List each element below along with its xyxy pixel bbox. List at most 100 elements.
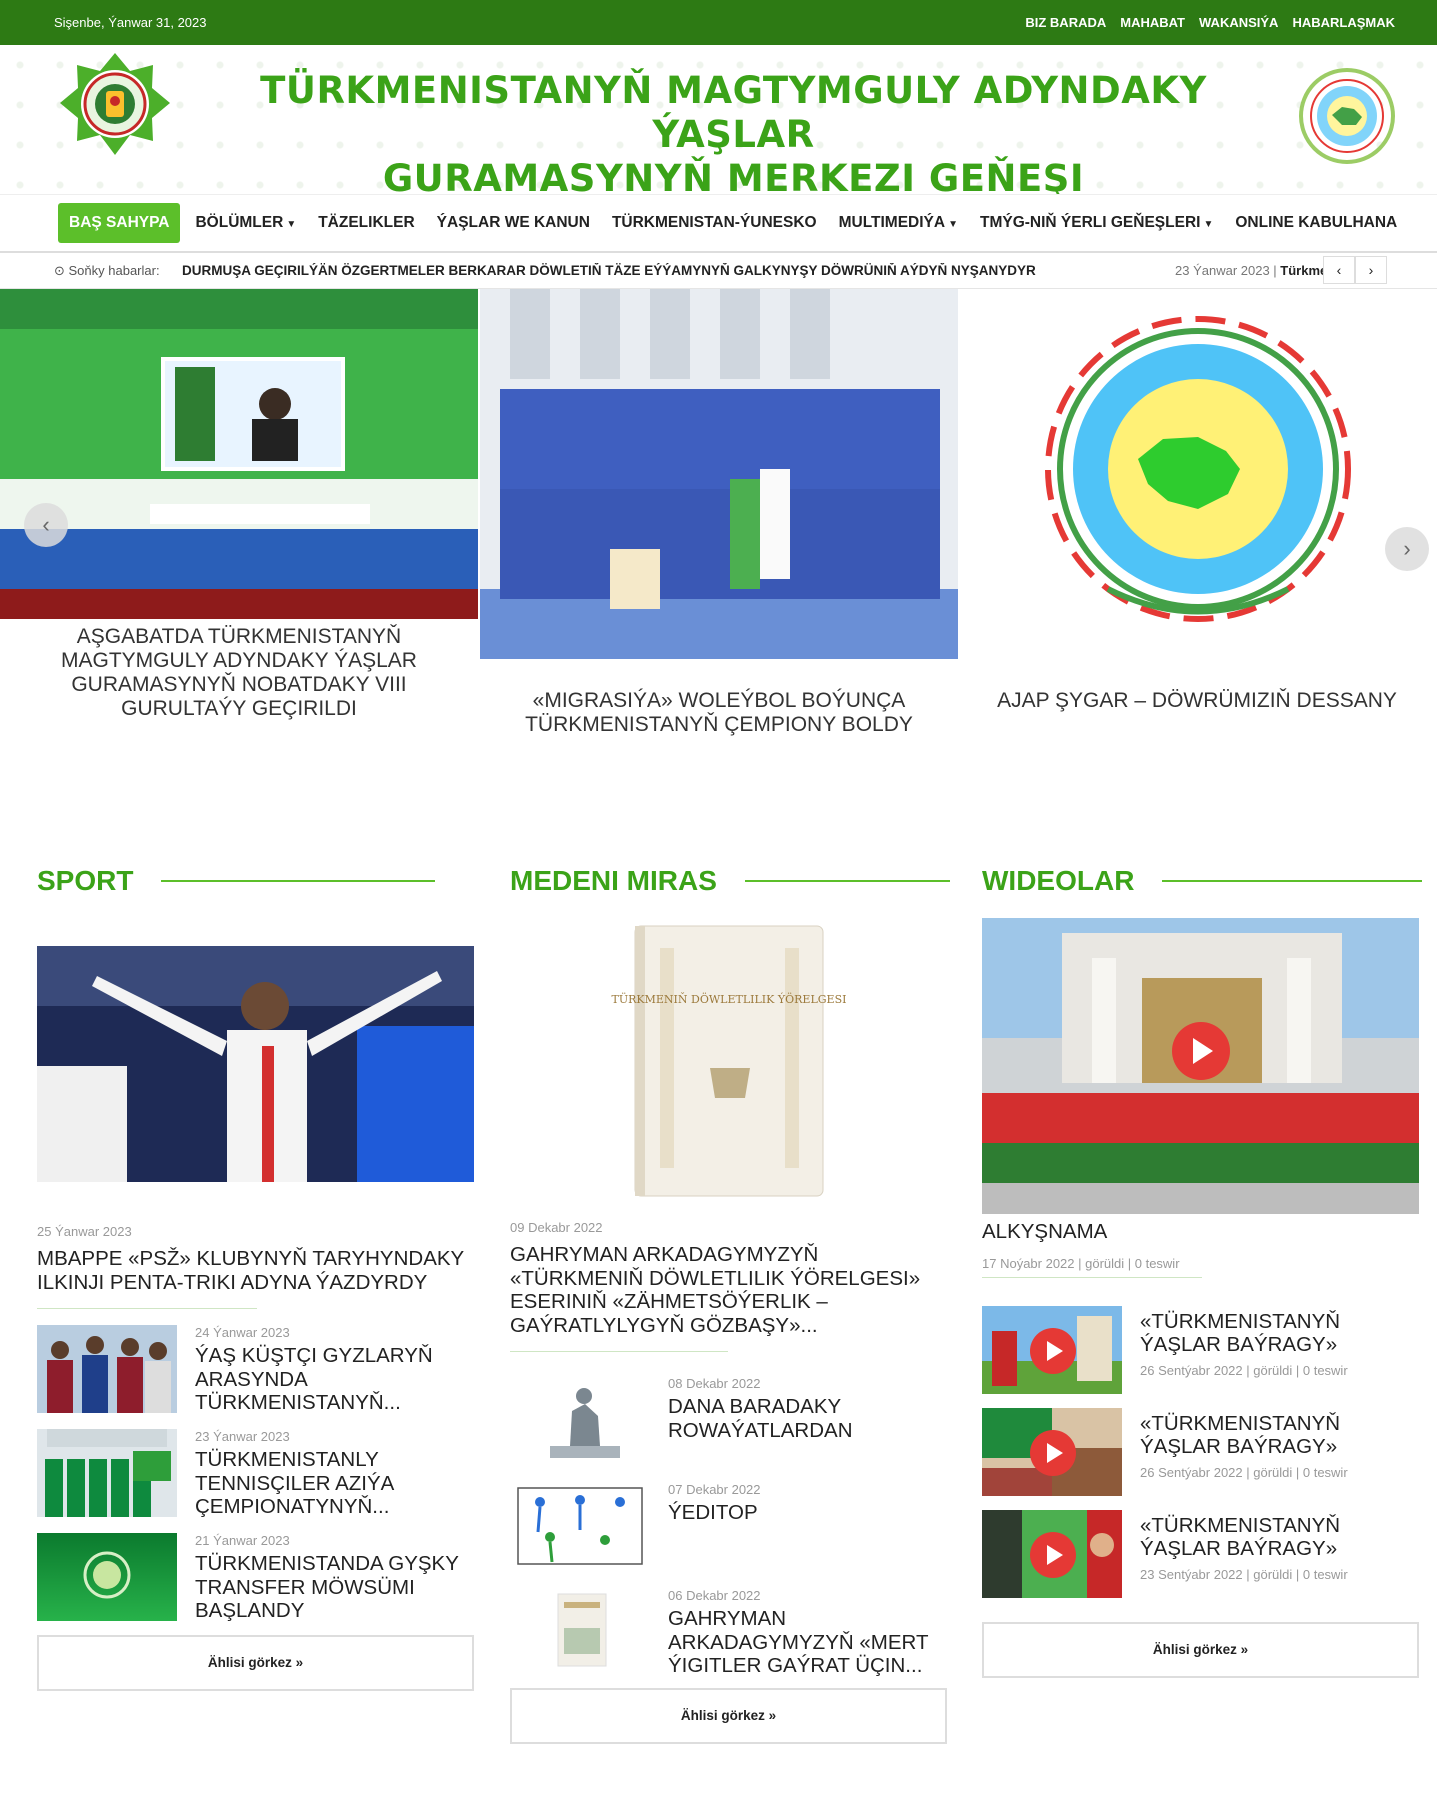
slider-next-arrow[interactable]: › [1385,527,1429,571]
ticker-arrows: ‹ › [1323,256,1387,284]
sport-thumb-transfer [37,1533,177,1621]
nav-youth-law[interactable]: ÝAŞLAR WE KANUN [426,203,601,243]
slide-image-year-emblem [958,289,1436,659]
video-item-meta: 23 Sentýabr 2022 | görüldi | 0 teswir [1140,1566,1348,1582]
site-title-line1: TÜRKMENISTANYŇ MAGTYMGULY ADYNDAKY ÝAŞLA… [260,69,1207,156]
slide-congress[interactable]: AŞGABATDA TÜRKMENISTANYŇ MAGTYMGULY ADYN… [0,289,478,721]
sport-featured-title[interactable]: MBAPPE «PSŽ» KLUBYNYŇ TARYHYNDAKY ILKINJ… [37,1247,477,1294]
heritage-heading: MEDENI MIRAS [510,865,950,897]
divider [37,1308,257,1309]
heritage-featured-title[interactable]: GAHRYMAN ARKADAGYMYZYŇ «TÜRKMENIŇ DÖWLET… [510,1243,950,1337]
video-featured-thumbnail[interactable] [982,918,1419,1214]
heritage-show-all-button[interactable]: Ählisi görkez » [510,1688,947,1744]
chevron-right-icon: › [1403,536,1411,561]
heritage-item-date: 07 Dekabr 2022 [668,1482,761,1497]
ticker-label-text: Soňky habarlar: [68,262,160,278]
sport-featured-image[interactable] [37,946,474,1182]
heritage-item-title[interactable]: DANA BARADAKY ROWAÝATLARDAN [668,1395,950,1442]
chevron-left-icon[interactable]: ‹ [1323,256,1355,284]
video-list-item[interactable]: «TÜRKMENISTANYŇ ÝAŞLAR BAÝRAGY» 26 Sentý… [982,1305,1422,1398]
sport-section: SPORT 25 Ýanwar 2023 MBAPPE «PSŽ» KLUBYN… [37,865,477,1691]
nav-sections[interactable]: BÖLÜMLER ▼ [184,203,307,243]
video-item-title[interactable]: «TÜRKMENISTANYŇ ÝAŞLAR BAÝRAGY» [1140,1412,1422,1459]
heritage-thumb-game [510,1482,650,1570]
nav-multimedia-label: MULTIMEDIÝA [838,214,946,231]
organization-emblem-logo[interactable] [58,51,172,165]
video-list-item[interactable]: «TÜRKMENISTANYŇ ÝAŞLAR BAÝRAGY» 23 Sentý… [982,1509,1422,1602]
nav-youth-law-label: ÝAŞLAR WE KANUN [436,214,590,231]
top-bar: Sişenbe, Ýanwar 31, 2023 BIZ BARADA MAHA… [0,0,1437,45]
top-links: BIZ BARADA MAHABAT WAKANSIÝA HABARLAŞMAK [1025,15,1395,30]
video-thumb-flag [982,1407,1122,1496]
heritage-title[interactable]: MEDENI MIRAS [510,865,717,897]
play-icon[interactable] [1030,1327,1076,1374]
sport-item-date: 23 Ýanwar 2023 [195,1429,290,1444]
play-icon[interactable] [1030,1429,1076,1476]
chevron-right-icon[interactable]: › [1355,256,1387,284]
nav-news[interactable]: TÄZELIKLER [307,203,425,243]
sport-list-item[interactable]: 24 Ýanwar 2023 ÝAŞ KÜŞTÇI GYZLARYŇ ARASY… [37,1325,477,1417]
top-link-about[interactable]: BIZ BARADA [1025,15,1106,30]
ticker-headline[interactable]: DURMUŞA GEÇIRILÝÄN ÖZGERTMELER BERKARAR … [182,263,1092,278]
nav-unesco[interactable]: TÜRKMENISTAN-ÝUNESKO [601,203,828,243]
caret-down-icon: ▼ [286,219,297,230]
videos-section: WIDEOLAR ALKYŞNAMA 17 Noýabr 2022 | görü… [982,865,1422,1678]
news-ticker: ⊙ Soňky habarlar: DURMUŞA GEÇIRILÝÄN ÖZG… [0,253,1437,289]
sport-title[interactable]: SPORT [37,865,133,897]
videos-heading: WIDEOLAR [982,865,1422,897]
sport-list-item[interactable]: 21 Ýanwar 2023 TÜRKMENISTANDA GYŞKY TRAN… [37,1533,477,1625]
book-cover-title: TÜRKMENIŇ DÖWLETLILIK ÝÖRELGESI [612,992,847,1006]
heritage-item-title[interactable]: ÝEDITOP [668,1501,761,1525]
heritage-list-item[interactable]: 08 Dekabr 2022 DANA BARADAKY ROWAÝATLARD… [510,1376,950,1468]
slide-caption-volleyball[interactable]: «MIGRASIÝA» WOLEÝBOL BOÝUNÇA TÜRKMENISTA… [480,689,958,737]
sport-item-date: 21 Ýanwar 2023 [195,1533,290,1548]
sport-featured-date: 25 Ýanwar 2023 [37,1224,132,1239]
sport-show-all-button[interactable]: Ählisi görkez » [37,1635,474,1691]
video-item-meta: 26 Sentýabr 2022 | görüldi | 0 teswir [1140,1464,1348,1480]
video-item-title[interactable]: «TÜRKMENISTANYŇ ÝAŞLAR BAÝRAGY» [1140,1310,1422,1357]
ticker-label: ⊙ Soňky habarlar: [0,263,182,279]
heritage-list-item[interactable]: 06 Dekabr 2022 GAHRYMAN ARKADAGYMYZYŇ «M… [510,1588,950,1680]
nav-local-councils-label: TMÝG-NIŇ ÝERLI GEŇEŞLERI [979,214,1201,231]
nav-home[interactable]: BAŞ SAHYPA [58,203,181,243]
nav-unesco-label: TÜRKMENISTAN-ÝUNESKO [611,214,817,231]
video-item-title[interactable]: «TÜRKMENISTANYŇ ÝAŞLAR BAÝRAGY» [1140,1514,1422,1561]
play-icon[interactable] [1172,1022,1230,1080]
play-icon[interactable] [1030,1531,1076,1578]
sport-item-title[interactable]: TÜRKMENISTANDA GYŞKY TRANSFER MÖWSÜMI BA… [195,1552,477,1623]
slide-caption-slogan[interactable]: AJAP ŞYGAR – DÖWRÜMIZIŇ DESSANY [958,689,1436,713]
nav-home-label: BAŞ SAHYPA [69,214,170,231]
main-nav: BAŞ SAHYPA BÖLÜMLER ▼ TÄZELIKLER ÝAŞLAR W… [0,195,1437,253]
sport-item-date: 24 Ýanwar 2023 [195,1325,290,1340]
slider-prev-arrow[interactable]: ‹ [24,503,68,547]
top-link-vacancy[interactable]: WAKANSIÝA [1199,15,1278,30]
video-featured-title[interactable]: ALKYŞNAMA [982,1220,1422,1244]
slide-image-congress [0,289,478,619]
slide-volleyball[interactable]: «MIGRASIÝA» WOLEÝBOL BOÝUNÇA TÜRKMENISTA… [480,289,958,737]
heritage-featured-image[interactable]: TÜRKMENIŇ DÖWLETLILIK ÝÖRELGESI [510,918,947,1208]
slide-slogan[interactable]: AJAP ŞYGAR – DÖWRÜMIZIŇ DESSANY [958,289,1436,713]
heading-divider [161,880,436,882]
sport-item-title[interactable]: ÝAŞ KÜŞTÇI GYZLARYŇ ARASYNDA TÜRKMENISTA… [195,1344,477,1415]
site-title-line2: GURAMASYNYŇ MERKEZI GEŇEŞI [382,157,1085,195]
nav-news-label: TÄZELIKLER [318,214,415,231]
heritage-item-title[interactable]: GAHRYMAN ARKADAGYMYZYŇ «MERT ÝIGITLER GA… [668,1607,950,1678]
sport-item-title[interactable]: TÜRKMENISTANLY TENNISÇILER AZIÝA ÇEMPION… [195,1448,477,1519]
sport-heading: SPORT [37,865,477,897]
nav-multimedia[interactable]: MULTIMEDIÝA ▼ [828,203,969,243]
divider [510,1351,728,1352]
caret-down-icon: ▼ [948,219,958,230]
heritage-list-item[interactable]: 07 Dekabr 2022 ÝEDITOP [510,1482,950,1574]
top-link-mahabat[interactable]: MAHABAT [1120,15,1185,30]
videos-title[interactable]: WIDEOLAR [982,865,1134,897]
slide-caption-congress[interactable]: AŞGABATDA TÜRKMENISTANYŇ MAGTYMGULY ADYN… [0,625,478,721]
nav-local-councils[interactable]: TMÝG-NIŇ ÝERLI GEŇEŞLERI ▼ [969,203,1224,243]
video-item-meta: 26 Sentýabr 2022 | görüldi | 0 teswir [1140,1362,1348,1378]
video-list-item[interactable]: «TÜRKMENISTANYŇ ÝAŞLAR BAÝRAGY» 26 Sentý… [982,1407,1422,1500]
chevron-left-icon: ‹ [42,512,50,537]
top-link-contact[interactable]: HABARLAŞMAK [1292,15,1395,30]
nav-online-reception[interactable]: ONLINE KABULHANA [1224,203,1408,243]
videos-show-all-button[interactable]: Ählisi görkez » [982,1621,1419,1678]
video-thumb-painter [982,1305,1122,1394]
sport-list-item[interactable]: 23 Ýanwar 2023 TÜRKMENISTANLY TENNISÇILE… [37,1429,477,1521]
